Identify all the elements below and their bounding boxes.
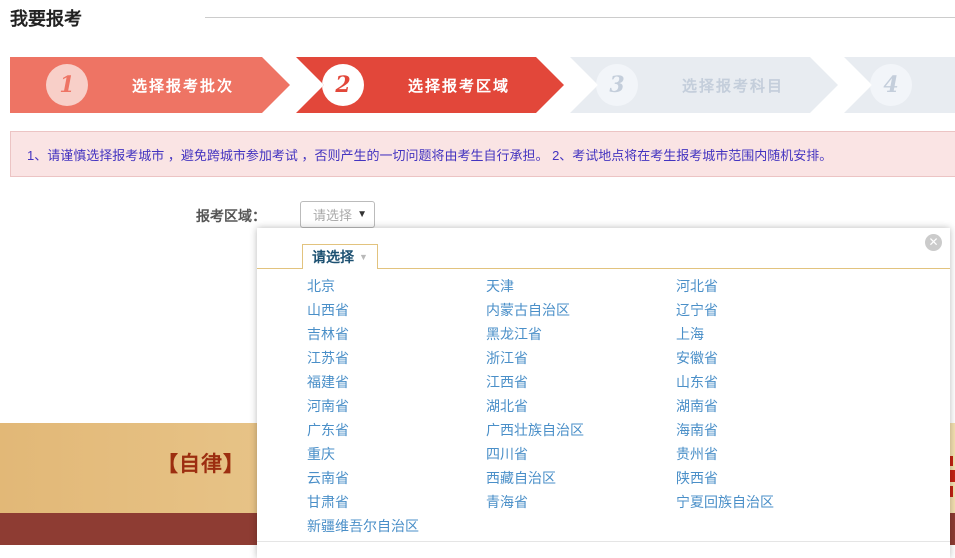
province-option[interactable]: 宁夏回族自治区 bbox=[676, 490, 774, 514]
step-2-label: 选择报考区域 bbox=[408, 75, 510, 96]
province-option[interactable]: 河北省 bbox=[676, 274, 718, 298]
step-2-number: 2 bbox=[322, 64, 364, 106]
province-option[interactable]: 湖南省 bbox=[676, 394, 718, 418]
province-option[interactable]: 江苏省 bbox=[307, 346, 349, 370]
region-select-value: 请选择 bbox=[313, 205, 352, 224]
notice-text: 1、请谨慎选择报考城市 ，避免跨城市参加考试 ，否则产生的一切问题将由考生自行承… bbox=[27, 145, 832, 164]
province-option[interactable]: 辽宁省 bbox=[676, 298, 718, 322]
close-icon[interactable]: ✕ bbox=[925, 234, 942, 251]
step-1-batch[interactable]: 1 选择报考批次 bbox=[10, 57, 290, 113]
province-option[interactable]: 四川省 bbox=[486, 442, 528, 466]
step-wizard: 1 选择报考批次 2 选择报考区域 3 选择报考科目 4 bbox=[0, 57, 955, 113]
chevron-down-icon: ▼ bbox=[359, 252, 368, 262]
notice-bar: 1、请谨慎选择报考城市 ，避免跨城市参加考试 ，否则产生的一切问题将由考生自行承… bbox=[10, 131, 955, 177]
title-divider bbox=[205, 17, 955, 18]
step-2-region[interactable]: 2 选择报考区域 bbox=[296, 57, 564, 113]
province-option[interactable]: 上海 bbox=[676, 322, 704, 346]
province-option[interactable]: 天津 bbox=[486, 274, 514, 298]
province-option[interactable]: 北京 bbox=[307, 274, 335, 298]
province-option[interactable]: 海南省 bbox=[676, 418, 718, 442]
region-field-label: 报考区域： bbox=[196, 206, 266, 226]
province-option[interactable]: 浙江省 bbox=[486, 346, 528, 370]
province-option[interactable]: 新疆维吾尔自治区 bbox=[307, 514, 419, 538]
province-option[interactable]: 湖北省 bbox=[486, 394, 528, 418]
tab-please-select[interactable]: 请选择 ▼ bbox=[302, 244, 378, 269]
province-option[interactable]: 重庆 bbox=[307, 442, 335, 466]
tab-label: 请选择 bbox=[312, 247, 354, 267]
province-option[interactable]: 云南省 bbox=[307, 466, 349, 490]
step-4-number: 4 bbox=[870, 64, 912, 106]
province-option[interactable]: 广东省 bbox=[307, 418, 349, 442]
province-option[interactable]: 西藏自治区 bbox=[486, 466, 556, 490]
province-option[interactable]: 黑龙江省 bbox=[486, 322, 542, 346]
chevron-down-icon: ▼ bbox=[357, 209, 367, 220]
province-option[interactable]: 贵州省 bbox=[676, 442, 718, 466]
page-title: 我要报考 bbox=[10, 5, 82, 31]
province-option[interactable]: 陕西省 bbox=[676, 466, 718, 490]
province-option[interactable]: 广西壮族自治区 bbox=[486, 418, 584, 442]
province-option[interactable]: 山西省 bbox=[307, 298, 349, 322]
province-option[interactable]: 安徽省 bbox=[676, 346, 718, 370]
step-1-label: 选择报考批次 bbox=[132, 75, 234, 96]
region-picker-panel: ✕ 请选择 ▼ 北京 天津 河北省山西省 内蒙古自治区 辽宁省吉林省 黑龙江省 上海江苏省 浙… bbox=[257, 228, 950, 558]
province-option[interactable]: 青海省 bbox=[486, 490, 528, 514]
province-option[interactable]: 江西省 bbox=[486, 370, 528, 394]
banner-slogan: 【自律】 bbox=[157, 448, 245, 478]
province-option[interactable]: 福建省 bbox=[307, 370, 349, 394]
province-option[interactable]: 吉林省 bbox=[307, 322, 349, 346]
step-3-label: 选择报考科目 bbox=[682, 75, 784, 96]
province-option[interactable]: 河南省 bbox=[307, 394, 349, 418]
panel-divider bbox=[257, 541, 950, 542]
step-1-number: 1 bbox=[46, 64, 88, 106]
province-option[interactable]: 甘肃省 bbox=[307, 490, 349, 514]
step-3-subject[interactable]: 3 选择报考科目 bbox=[570, 57, 838, 113]
step-3-number: 3 bbox=[596, 64, 638, 106]
province-list: 北京 天津 河北省山西省 内蒙古自治区 辽宁省吉林省 黑龙江省 上海江苏省 浙江省 安徽省福建省… bbox=[307, 274, 930, 538]
region-select[interactable]: 请选择 ▼ bbox=[300, 201, 375, 228]
step-4[interactable]: 4 bbox=[844, 57, 955, 113]
province-option[interactable]: 内蒙古自治区 bbox=[486, 298, 570, 322]
province-option[interactable]: 山东省 bbox=[676, 370, 718, 394]
